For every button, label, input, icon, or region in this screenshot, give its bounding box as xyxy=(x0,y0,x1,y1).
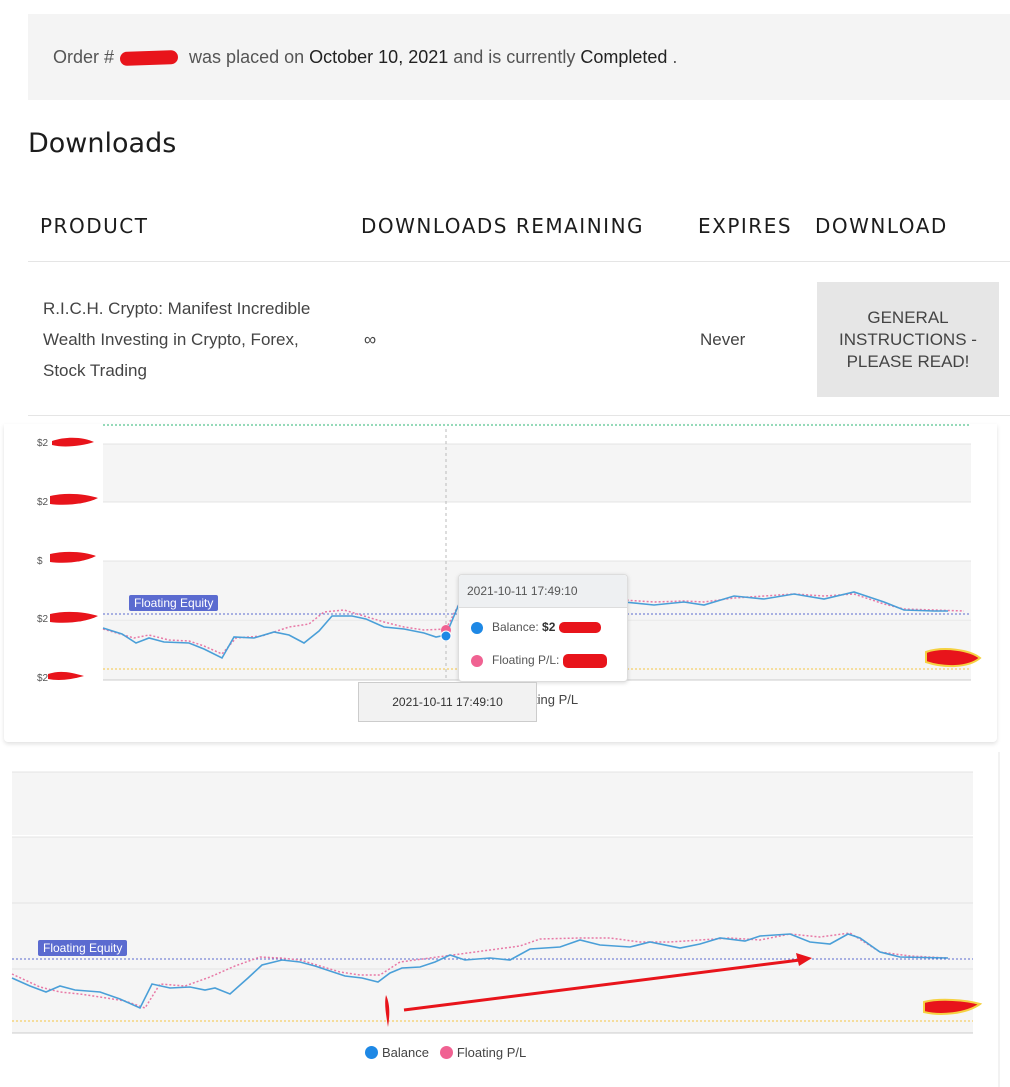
tooltip-floating-row: Floating P/L: xyxy=(471,653,607,668)
x-axis-tooltip: 2021-10-11 17:49:10 xyxy=(358,682,537,722)
band xyxy=(103,444,971,502)
downloads-remaining: ∞ xyxy=(364,330,377,349)
redaction-scribble xyxy=(48,671,84,680)
band xyxy=(12,837,973,903)
balance-marker xyxy=(440,630,452,642)
redaction-scribble xyxy=(50,493,98,505)
band xyxy=(12,772,973,835)
redaction-scribble xyxy=(50,551,96,563)
column-downloads-remaining: DOWNLOADS REMAINING xyxy=(361,214,645,238)
equity-chart-2: Floating Equity Balance Floating P/L xyxy=(0,752,1002,1087)
table-row-divider xyxy=(28,415,1010,416)
balance-dot-icon xyxy=(471,621,483,634)
floating-equity-tag: Floating Equity xyxy=(129,595,219,611)
product-name[interactable]: R.I.C.H. Crypto: Manifest Incredible Wea… xyxy=(43,293,343,386)
legend-floating-label: Floating P/L xyxy=(456,1045,527,1060)
redaction-scribble xyxy=(925,648,982,668)
tooltip-balance-row: Balance: $2 xyxy=(471,620,601,634)
order-notice: Order # was placed on October 10, 2021 a… xyxy=(28,14,1010,100)
legend-floating-pl[interactable]: Floating P/L xyxy=(439,1045,527,1060)
redaction-scribble xyxy=(50,611,98,623)
column-product: PRODUCT xyxy=(40,214,149,238)
y-tick-1: $2 xyxy=(37,438,49,449)
order-date: October 10, 2021 xyxy=(309,47,449,67)
order-middle: was placed on xyxy=(189,47,305,67)
table-header-divider xyxy=(28,261,1010,262)
order-suffix: . xyxy=(672,47,678,67)
legend-balance-label: Balance xyxy=(382,1045,429,1060)
y-tick-5: $2 xyxy=(37,673,49,684)
chart-2-legend: Balance Floating P/L xyxy=(365,1045,526,1060)
tooltip-time: 2021-10-11 17:49:10 xyxy=(459,575,627,608)
redacted-order-number xyxy=(119,50,179,67)
order-status-text: and is currently xyxy=(453,47,576,67)
download-button-label: GENERAL INSTRUCTIONS - PLEASE READ! xyxy=(839,307,977,371)
chart-2-svg xyxy=(11,752,1000,1087)
floating-dot-icon xyxy=(471,654,483,667)
redaction-scribble xyxy=(562,653,607,668)
downloads-title: Downloads xyxy=(28,128,177,159)
redaction-scribble xyxy=(558,622,601,634)
tooltip-balance-value: $2 xyxy=(542,620,556,634)
legend-balance[interactable]: Balance xyxy=(365,1045,429,1060)
order-status: Completed xyxy=(580,47,668,67)
order-prefix: Order # xyxy=(53,47,115,67)
y-tick-4: $2 xyxy=(37,614,49,625)
chart-1-legend-partial: ting P/L xyxy=(534,692,579,707)
tooltip-floating-label: Floating P/L: xyxy=(492,653,560,667)
column-expires: EXPIRES xyxy=(698,214,793,238)
balance-legend-dot-icon xyxy=(365,1046,378,1059)
expires-value: Never xyxy=(700,330,746,349)
floating-legend-dot-icon xyxy=(439,1046,453,1059)
tooltip-balance-label: Balance: xyxy=(492,620,539,634)
order-notice-line: Order # was placed on October 10, 2021 a… xyxy=(53,47,677,68)
y-tick-3: $ xyxy=(37,556,43,567)
floating-equity-tag: Floating Equity xyxy=(38,940,128,956)
band xyxy=(12,969,973,1033)
general-instructions-button[interactable]: GENERAL INSTRUCTIONS - PLEASE READ! xyxy=(817,282,999,397)
column-download: DOWNLOAD xyxy=(815,214,948,238)
chart-tooltip: 2021-10-11 17:49:10 Balance: $2 Floating… xyxy=(458,574,628,682)
y-tick-2: $2 xyxy=(37,497,49,508)
redaction-scribble xyxy=(52,437,94,447)
